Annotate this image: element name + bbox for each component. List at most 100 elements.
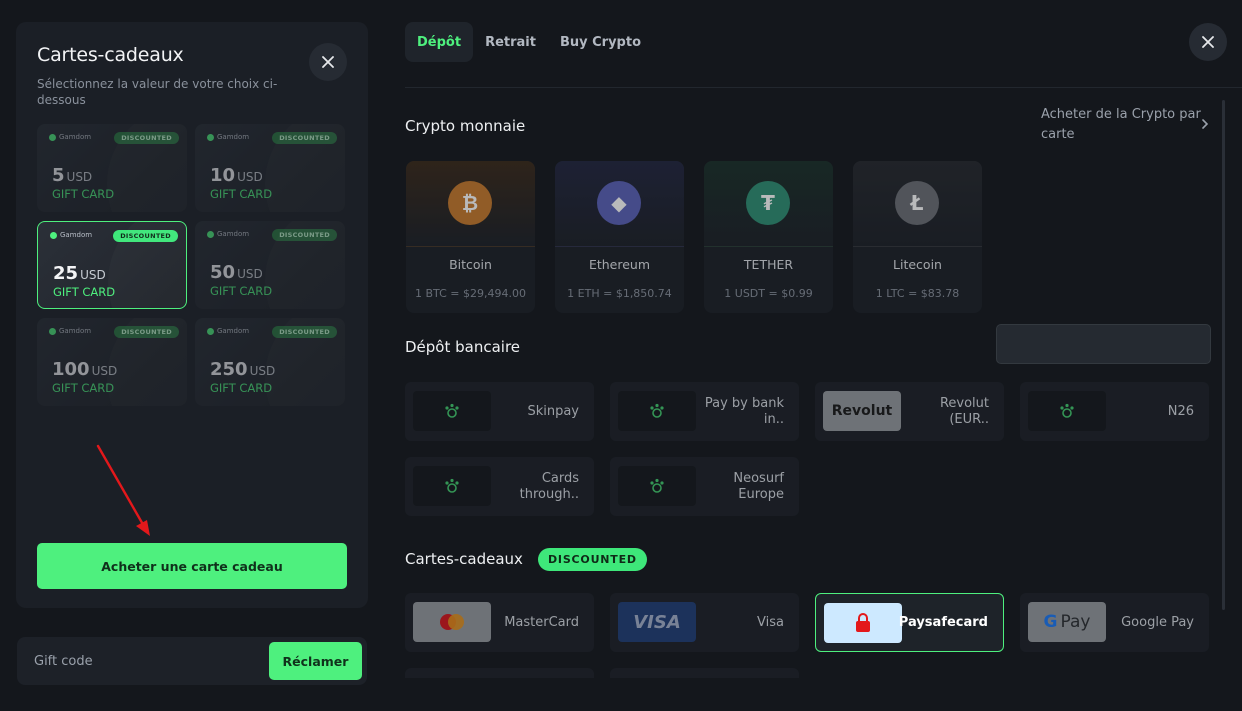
- deposit-close-button[interactable]: [1189, 23, 1227, 61]
- buy-crypto-by-card-link[interactable]: Acheter de la Crypto par carte: [1041, 105, 1201, 145]
- paw-icon: [207, 230, 214, 238]
- paw-icon: [618, 391, 696, 431]
- gamdom-logo: Gamdom: [207, 230, 249, 238]
- coin-rate: 1 LTC = $83.78: [875, 287, 960, 300]
- gift-card-panel: Cartes-cadeaux Sélectionnez la valeur de…: [16, 22, 368, 608]
- gift-card-label: GIFT CARD: [52, 381, 115, 395]
- bank-method-pay-by-bank[interactable]: Pay by bank in..: [610, 382, 799, 441]
- coin-name: Litecoin: [893, 257, 942, 272]
- gift-card-10-usd[interactable]: Gamdom DISCOUNTED 10 USD GIFT CARD: [195, 124, 345, 212]
- coin-name: Bitcoin: [449, 257, 492, 272]
- gamdom-logo: Gamdom: [49, 133, 91, 141]
- close-icon: [1202, 36, 1214, 48]
- brand-name: Gamdom: [217, 230, 250, 238]
- tab-withdraw[interactable]: Retrait: [473, 22, 548, 62]
- brand-name: Gamdom: [217, 133, 250, 141]
- discounted-badge: DISCOUNTED: [113, 230, 178, 242]
- method-name: Visa: [757, 614, 784, 630]
- coin-rate: 1 USDT = $0.99: [724, 287, 813, 300]
- buy-gift-card-button[interactable]: Acheter une carte cadeau: [37, 543, 347, 589]
- gift-panel-close-button[interactable]: [309, 43, 347, 81]
- paw-icon: [413, 466, 491, 506]
- gift-method-visa[interactable]: VISA Visa: [610, 593, 799, 652]
- bank-search-input[interactable]: [996, 324, 1211, 364]
- crypto-card-ethereum[interactable]: ◆ Ethereum 1 ETH = $1,850.74: [555, 161, 684, 313]
- bank-method-revolut[interactable]: Revolut Revolut (EUR..: [815, 382, 1004, 441]
- method-name: Neosurf Europe: [733, 470, 784, 502]
- discounted-badge: DISCOUNTED: [272, 229, 337, 241]
- gift-card-5-usd[interactable]: Gamdom DISCOUNTED 5 USD GIFT CARD: [37, 124, 187, 212]
- gift-panel-title: Cartes-cadeaux: [37, 44, 184, 66]
- scrollbar[interactable]: [1222, 100, 1225, 610]
- discounted-badge: DISCOUNTED: [538, 548, 647, 571]
- gift-card-label: GIFT CARD: [210, 187, 273, 201]
- gift-card-label: GIFT CARD: [52, 187, 115, 201]
- gift-card-amount: 5 USD: [52, 165, 93, 186]
- gift-card-label: GIFT CARD: [53, 285, 116, 299]
- discounted-badge: DISCOUNTED: [114, 326, 179, 338]
- brand-name: Gamdom: [217, 327, 250, 335]
- gift-card-amount: 250 USD: [210, 359, 276, 380]
- paysafecard-logo: [824, 603, 902, 643]
- paw-icon: [49, 327, 56, 335]
- mastercard-logo: [413, 602, 491, 642]
- gift-code-input[interactable]: [17, 637, 267, 685]
- gamdom-logo: Gamdom: [49, 327, 91, 335]
- discounted-badge: DISCOUNTED: [272, 326, 337, 338]
- brand-name: Gamdom: [60, 231, 93, 239]
- bank-method-neosurf[interactable]: Neosurf Europe: [610, 457, 799, 516]
- gift-card-25-usd[interactable]: Gamdom DISCOUNTED 25 USD GIFT CARD: [37, 221, 187, 309]
- crypto-section-title: Crypto monnaie: [405, 117, 526, 135]
- chevron-right-icon: [1202, 119, 1209, 129]
- litecoin-icon: Ł: [895, 181, 939, 225]
- gift-card-100-usd[interactable]: Gamdom DISCOUNTED 100 USD GIFT CARD: [37, 318, 187, 406]
- gift-method-mastercard[interactable]: MasterCard: [405, 593, 594, 652]
- bank-method-skinpay[interactable]: Skinpay: [405, 382, 594, 441]
- gift-card-50-usd[interactable]: Gamdom DISCOUNTED 50 USD GIFT CARD: [195, 221, 345, 309]
- gamdom-logo: Gamdom: [207, 133, 249, 141]
- gift-section-title: Cartes-cadeaux: [405, 550, 523, 568]
- gamdom-logo: Gamdom: [50, 231, 92, 239]
- bank-method-n26[interactable]: N26: [1020, 382, 1209, 441]
- coin-name: Ethereum: [588, 257, 651, 272]
- gift-card-label: GIFT CARD: [210, 284, 273, 298]
- tether-icon: ₮: [746, 181, 790, 225]
- close-icon: [322, 56, 334, 68]
- gift-method-partial[interactable]: [405, 668, 594, 678]
- tab-deposit[interactable]: Dépôt: [405, 22, 474, 62]
- annotation-arrow-icon: [96, 444, 150, 536]
- method-name: Revolut (EUR..: [939, 395, 989, 427]
- gift-card-amount: 50 USD: [210, 262, 263, 283]
- bank-method-cards-through[interactable]: Cards through..: [405, 457, 594, 516]
- google-pay-logo: G Pay: [1028, 602, 1106, 642]
- gift-card-amount: 100 USD: [52, 359, 118, 380]
- gift-card-amount: 10 USD: [210, 165, 263, 186]
- crypto-card-litecoin[interactable]: Ł Litecoin 1 LTC = $83.78: [853, 161, 982, 313]
- paw-icon: [207, 327, 214, 335]
- crypto-card-bitcoin[interactable]: ₿ Bitcoin 1 BTC = $29,494.00: [406, 161, 535, 313]
- coin-name: TETHER: [743, 257, 794, 272]
- paw-icon: [49, 133, 56, 141]
- gift-card-250-usd[interactable]: Gamdom DISCOUNTED 250 USD GIFT CARD: [195, 318, 345, 406]
- gift-method-paysafecard[interactable]: Paysafecard: [815, 593, 1004, 652]
- method-name: Cards through..: [519, 470, 579, 502]
- method-name: N26: [1167, 403, 1194, 419]
- method-name: Google Pay: [1121, 614, 1194, 630]
- bank-section-title: Dépôt bancaire: [405, 338, 521, 356]
- brand-name: Gamdom: [59, 327, 92, 335]
- crypto-card-tether[interactable]: ₮ TETHER 1 USDT = $0.99: [704, 161, 833, 313]
- gift-panel-subtitle: Sélectionnez la valeur de votre choix ci…: [37, 77, 278, 107]
- paw-icon: [413, 391, 491, 431]
- visa-logo: VISA: [618, 602, 696, 642]
- gamdom-logo: Gamdom: [207, 327, 249, 335]
- claim-button[interactable]: Réclamer: [269, 642, 362, 680]
- paw-icon: [1028, 391, 1106, 431]
- coin-rate: 1 BTC = $29,494.00: [415, 287, 526, 300]
- coin-rate: 1 ETH = $1,850.74: [567, 287, 672, 300]
- tab-buy-crypto[interactable]: Buy Crypto: [548, 22, 653, 62]
- paw-icon: [50, 231, 57, 239]
- gift-method-google-pay[interactable]: G Pay Google Pay: [1020, 593, 1209, 652]
- gift-method-partial[interactable]: [610, 668, 799, 678]
- method-name: Pay by bank in..: [704, 395, 784, 427]
- method-name: MasterCard: [504, 614, 579, 630]
